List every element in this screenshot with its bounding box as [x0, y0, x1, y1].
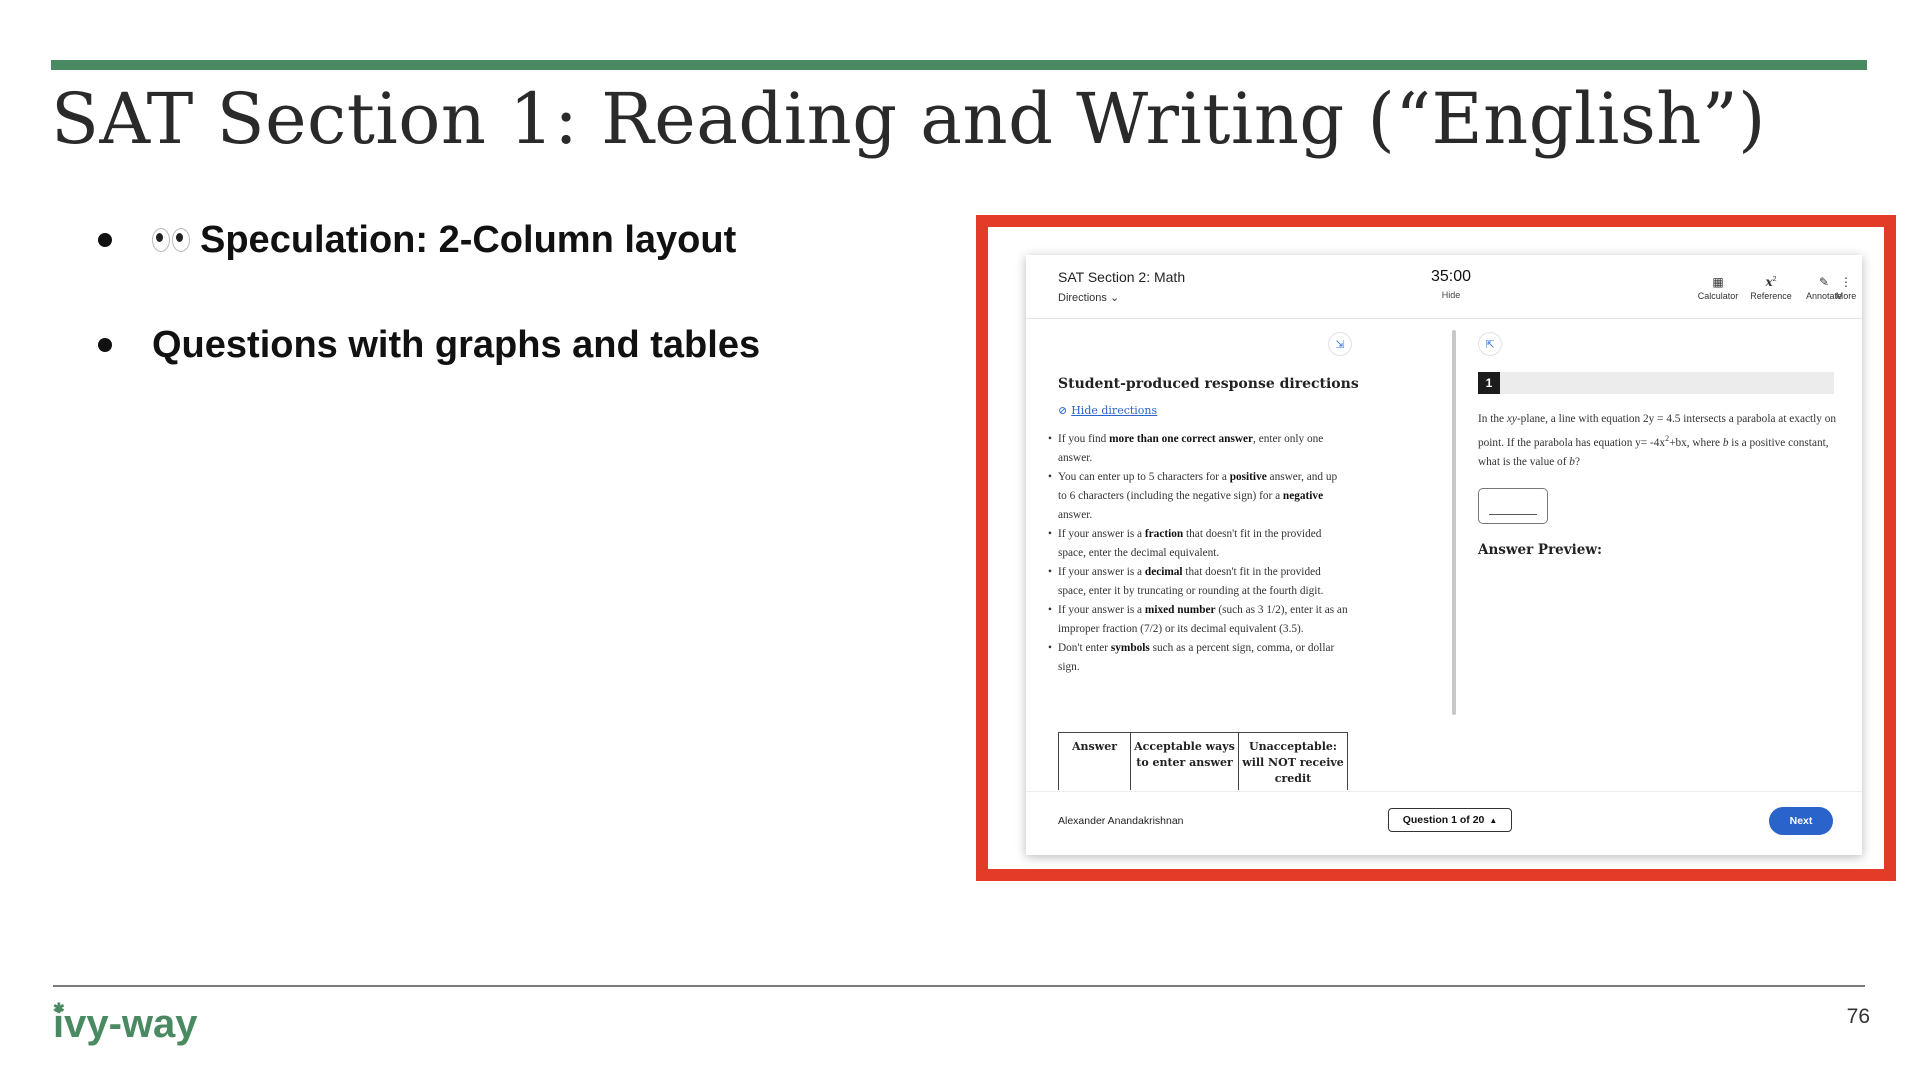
question-number: 1 — [1478, 372, 1500, 394]
next-button[interactable]: Next — [1769, 807, 1833, 835]
expand-pane-icon[interactable]: ⇲ — [1328, 332, 1352, 356]
calculator-icon: ▦ — [1712, 275, 1724, 289]
bullet-dot — [98, 338, 112, 352]
section-title: SAT Section 2: Math — [1058, 269, 1186, 285]
slide-title: SAT Section 1: Reading and Writing (“Eng… — [51, 78, 1766, 160]
list-item: You can enter up to 5 characters for a p… — [1048, 468, 1348, 525]
logo-text: ivy-way — [53, 1002, 198, 1046]
question-navigator-button[interactable]: Question 1 of 20 ▲ — [1388, 808, 1512, 832]
reference-button[interactable]: x2 Reference — [1741, 275, 1801, 301]
tool-label: More — [1835, 291, 1857, 301]
leaf-icon: ✱ — [53, 1000, 65, 1016]
formula-icon: x2 — [1765, 275, 1777, 289]
eye-off-icon: ⊘ — [1058, 404, 1068, 417]
highlight-frame: SAT Section 2: Math Directions ⌄ 35:00 H… — [976, 215, 1896, 881]
title-accent-rule — [51, 60, 1867, 70]
directions-title: Student-produced response directions — [1058, 376, 1359, 392]
table-header-cell: Acceptable ways to enter answer — [1130, 732, 1239, 790]
bullet-text: Questions with graphs and tables — [152, 323, 761, 366]
hide-directions-label: Hide directions — [1071, 404, 1158, 417]
student-name: Alexander Anandakrishnan — [1058, 815, 1184, 827]
hide-timer-button[interactable]: Hide — [1421, 290, 1481, 300]
bullet-item: Speculation: 2-Column layout — [98, 215, 760, 265]
list-item: Don't enter symbols such as a percent si… — [1048, 639, 1348, 677]
bullet-text: Speculation: 2-Column layout — [200, 218, 737, 261]
directions-label: Directions — [1058, 292, 1107, 304]
directions-pane: ⇲ Student-produced response directions ⊘… — [1026, 320, 1446, 790]
test-header: SAT Section 2: Math Directions ⌄ 35:00 H… — [1026, 255, 1862, 319]
tool-label: Calculator — [1697, 291, 1739, 301]
expand-pane-icon[interactable]: ⇱ — [1478, 332, 1502, 356]
table-header-cell: Unacceptable: will NOT receive credit — [1238, 732, 1348, 790]
bullet-list: Speculation: 2-Column layout Questions w… — [98, 215, 760, 425]
ivy-way-logo: ✱ ivy-way — [53, 1000, 198, 1047]
bullet-item: Questions with graphs and tables — [98, 320, 760, 370]
more-vertical-icon: ⋮ — [1840, 275, 1852, 289]
hide-directions-link[interactable]: ⊘ Hide directions — [1058, 404, 1157, 417]
bluebook-screenshot: SAT Section 2: Math Directions ⌄ 35:00 H… — [1026, 255, 1862, 855]
directions-list: If you find more than one correct answer… — [1048, 430, 1348, 677]
tool-label: Reference — [1750, 291, 1792, 301]
answer-input[interactable] — [1478, 488, 1548, 524]
page-number: 76 — [1846, 1005, 1870, 1028]
list-item: If your answer is a mixed number (such a… — [1048, 601, 1348, 639]
answer-examples-table: Answer Acceptable ways to enter answer U… — [1058, 732, 1348, 790]
answer-preview-label: Answer Preview: — [1478, 542, 1602, 558]
question-header-bar: 1 — [1478, 372, 1834, 394]
list-item: If your answer is a decimal that doesn't… — [1048, 563, 1348, 601]
directions-dropdown[interactable]: Directions ⌄ — [1058, 291, 1119, 304]
bullet-dot — [98, 233, 112, 247]
test-footer: Alexander Anandakrishnan Question 1 of 2… — [1026, 791, 1862, 855]
chevron-down-icon: ⌄ — [1109, 292, 1120, 304]
timer: 35:00 — [1430, 268, 1472, 285]
question-progress: Question 1 of 20 — [1402, 814, 1485, 826]
pane-resize-handle[interactable] — [1452, 330, 1456, 715]
list-item: If your answer is a fraction that doesn'… — [1048, 525, 1348, 563]
calculator-button[interactable]: ▦ Calculator — [1688, 275, 1748, 301]
list-item: If you find more than one correct answer… — [1048, 430, 1348, 468]
eyes-emoji-icon — [152, 228, 190, 252]
caret-up-icon: ▲ — [1489, 815, 1498, 825]
more-button[interactable]: ⋮ More — [1826, 275, 1866, 301]
question-pane: ⇱ 1 In the xy-plane, a line with equatio… — [1458, 320, 1862, 790]
question-text: In the xy-plane, a line with equation 2y… — [1478, 413, 1837, 468]
table-header-cell: Answer — [1058, 732, 1131, 790]
footer-rule — [53, 985, 1865, 987]
